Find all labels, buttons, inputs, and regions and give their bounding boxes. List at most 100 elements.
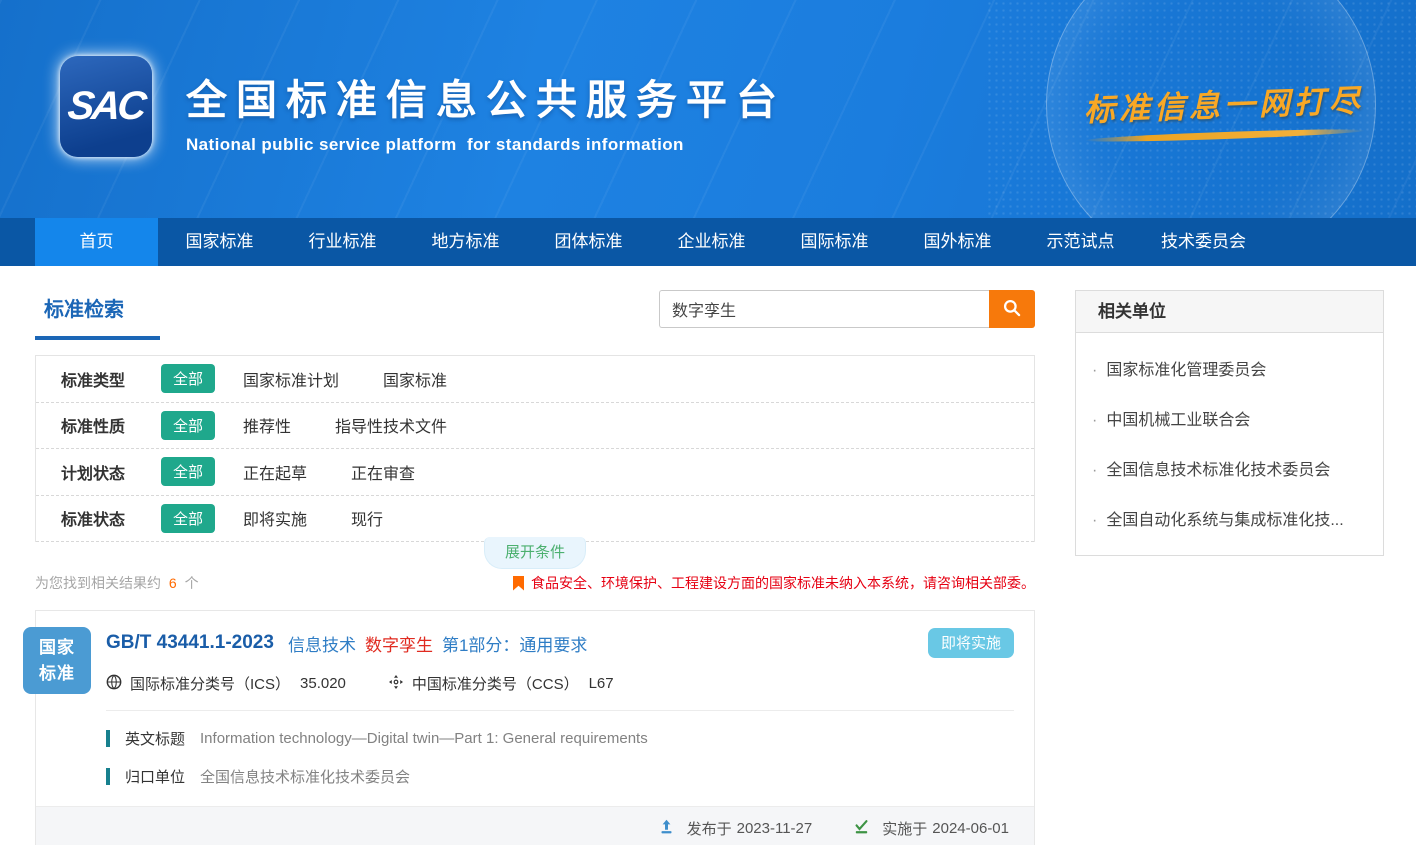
implement-date-item: 实施于 2024-06-01 [853, 818, 1014, 839]
implement-label: 实施于 [882, 818, 927, 839]
result-count-prefix: 为您找到相关结果约 [35, 575, 161, 591]
filter-all-button[interactable]: 全部 [161, 411, 215, 440]
filter-row-plan-status: 计划状态 全部 正在起草 正在审查 [36, 449, 1034, 496]
nav-item-home[interactable]: 首页 [35, 218, 158, 266]
notice: 食品安全、环境保护、工程建设方面的国家标准未纳入本系统，请咨询相关部委。 [513, 573, 1035, 593]
card-title-row: GB/T 43441.1-2023 信息技术 数字孪生 第1部分：通用要求 即将… [106, 628, 1014, 658]
classification-row: 国际标准分类号（ICS） 35.020 中国标准分类号（CCS） L67 [106, 673, 1014, 711]
filter-row-standard-status: 标准状态 全部 即将实施 现行 [36, 496, 1034, 543]
related-unit-label: 中国机械工业联合会 [1106, 412, 1250, 429]
related-units-list: · 国家标准化管理委员会 · 中国机械工业联合会 · 全国信息技术标准化技术委员会 ·… [1076, 333, 1383, 555]
standard-code-link[interactable]: GB/T 43441.1-2023 [106, 632, 274, 654]
search-group [659, 290, 1035, 328]
search-button[interactable] [989, 290, 1035, 328]
filter-option[interactable]: 推荐性 [243, 413, 291, 437]
slogan: 标准信息一网打尽 [1083, 75, 1365, 144]
site-header: SAC 全国标准信息公共服务平台 National public service… [0, 0, 1416, 218]
check-icon [853, 818, 877, 839]
related-unit-link[interactable]: · 全国信息技术标准化技术委员会 [1076, 443, 1383, 493]
search-section: 标准检索 [35, 290, 1035, 340]
left-column: 标准检索 标准类型 全部 国家标准计划 国家标准 [35, 290, 1035, 845]
filter-option[interactable]: 即将实施 [243, 506, 307, 530]
filter-label: 标准状态 [61, 506, 161, 530]
filter-panel: 标准类型 全部 国家标准计划 国家标准 标准性质 全部 推荐性 指导性技术文件 … [35, 355, 1035, 542]
search-icon [1002, 298, 1022, 321]
filter-label: 标准类型 [61, 367, 161, 391]
related-unit-label: 全国信息技术标准化技术委员会 [1106, 462, 1330, 479]
filter-option[interactable]: 正在起草 [243, 460, 307, 484]
filter-label: 标准性质 [61, 413, 161, 437]
related-unit-label: 全国自动化系统与集成标准化技... [1106, 512, 1343, 529]
filter-option[interactable]: 现行 [351, 506, 383, 530]
page-title: 标准检索 [35, 290, 160, 340]
filter-option[interactable]: 国家标准计划 [243, 367, 339, 391]
filter-row-standard-type: 标准类型 全部 国家标准计划 国家标准 [36, 356, 1034, 403]
result-count: 为您找到相关结果约 6 个 [35, 573, 199, 593]
globe-icon [106, 674, 130, 694]
type-badge-line1: 国家 [39, 635, 75, 661]
filter-option[interactable]: 正在审查 [351, 460, 415, 484]
nav-item-technical-committee[interactable]: 技术委员会 [1142, 218, 1265, 266]
ccs-classification: 中国标准分类号（CCS） L67 [388, 673, 614, 694]
nav-item-national-standards[interactable]: 国家标准 [158, 218, 281, 266]
ccs-label: 中国标准分类号（CCS） [412, 673, 579, 694]
sac-logo[interactable]: SAC [60, 56, 152, 157]
right-column: 相关单位 · 国家标准化管理委员会 · 中国机械工业联合会 · 全国信息技术标准化技术… [1075, 290, 1384, 845]
committee-value: 全国信息技术标准化技术委员会 [200, 766, 410, 787]
bookmark-icon [513, 576, 524, 591]
related-units-title: 相关单位 [1076, 291, 1383, 333]
publish-date: 2023-11-27 [737, 820, 813, 837]
main-content: 标准检索 标准类型 全部 国家标准计划 国家标准 [0, 266, 1416, 845]
bullet: · [1092, 362, 1097, 379]
ics-classification: 国际标准分类号（ICS） 35.020 [106, 673, 346, 694]
committee-label: 归口单位 [125, 766, 185, 787]
standard-title-highlight[interactable]: 数字孪生 [365, 631, 433, 656]
search-input[interactable] [659, 290, 989, 328]
related-unit-link[interactable]: · 国家标准化管理委员会 [1076, 343, 1383, 393]
bullet: · [1092, 512, 1097, 529]
related-units-panel: 相关单位 · 国家标准化管理委员会 · 中国机械工业联合会 · 全国信息技术标准化技术… [1075, 290, 1384, 556]
filter-row-standard-nature: 标准性质 全部 推荐性 指导性技术文件 [36, 403, 1034, 450]
site-titles: 全国标准信息公共服务平台 National public service pla… [186, 66, 786, 155]
nav-item-local-standards[interactable]: 地方标准 [404, 218, 527, 266]
publish-date-item: 发布于 2023-11-27 [658, 818, 818, 839]
nav-item-pilot[interactable]: 示范试点 [1019, 218, 1142, 266]
result-count-suffix: 个 [185, 575, 199, 591]
bullet: · [1092, 412, 1097, 429]
upload-icon [658, 818, 682, 839]
nav-item-group-standards[interactable]: 团体标准 [527, 218, 650, 266]
ics-value: 35.020 [300, 675, 346, 692]
results-meta: 为您找到相关结果约 6 个 食品安全、环境保护、工程建设方面的国家标准未纳入本系… [35, 573, 1035, 593]
expand-conditions-button[interactable]: 展开条件 [484, 537, 586, 569]
standard-title-part1[interactable]: 信息技术 [288, 631, 356, 656]
filter-all-button[interactable]: 全部 [161, 504, 215, 533]
filter-label: 计划状态 [61, 460, 161, 484]
nav-item-enterprise-standards[interactable]: 企业标准 [650, 218, 773, 266]
related-unit-link[interactable]: · 全国自动化系统与集成标准化技... [1076, 493, 1383, 543]
teal-bar-icon [106, 768, 110, 785]
teal-bar-icon [106, 730, 110, 747]
nav-item-industry-standards[interactable]: 行业标准 [281, 218, 404, 266]
filter-option[interactable]: 指导性技术文件 [335, 413, 447, 437]
ics-label: 国际标准分类号（ICS） [130, 673, 290, 694]
english-title-row: 英文标题 Information technology—Digital twin… [106, 728, 1014, 749]
bullet: · [1092, 462, 1097, 479]
compass-arrows-icon [388, 674, 412, 694]
nav-item-international-standards[interactable]: 国际标准 [773, 218, 896, 266]
implement-date: 2024-06-01 [932, 820, 1009, 837]
filter-all-button[interactable]: 全部 [161, 457, 215, 486]
main-nav: 首页 国家标准 行业标准 地方标准 团体标准 企业标准 国际标准 国外标准 示范… [0, 218, 1416, 266]
result-card: 国家 标准 GB/T 43441.1-2023 信息技术 数字孪生 第1部分：通… [35, 610, 1035, 845]
slogan-text: 标准信息一网打尽 [1083, 75, 1364, 130]
related-unit-link[interactable]: · 中国机械工业联合会 [1076, 393, 1383, 443]
sac-logo-text: SAC [66, 84, 146, 129]
related-unit-label: 国家标准化管理委员会 [1106, 362, 1266, 379]
nav-item-foreign-standards[interactable]: 国外标准 [896, 218, 1019, 266]
publish-label: 发布于 [687, 818, 732, 839]
result-count-number: 6 [169, 575, 177, 591]
filter-option[interactable]: 国家标准 [383, 367, 447, 391]
standard-type-badge[interactable]: 国家 标准 [23, 627, 91, 694]
standard-title-part2[interactable]: 第1部分：通用要求 [442, 631, 587, 656]
type-badge-line2: 标准 [39, 661, 75, 687]
filter-all-button[interactable]: 全部 [161, 364, 215, 393]
